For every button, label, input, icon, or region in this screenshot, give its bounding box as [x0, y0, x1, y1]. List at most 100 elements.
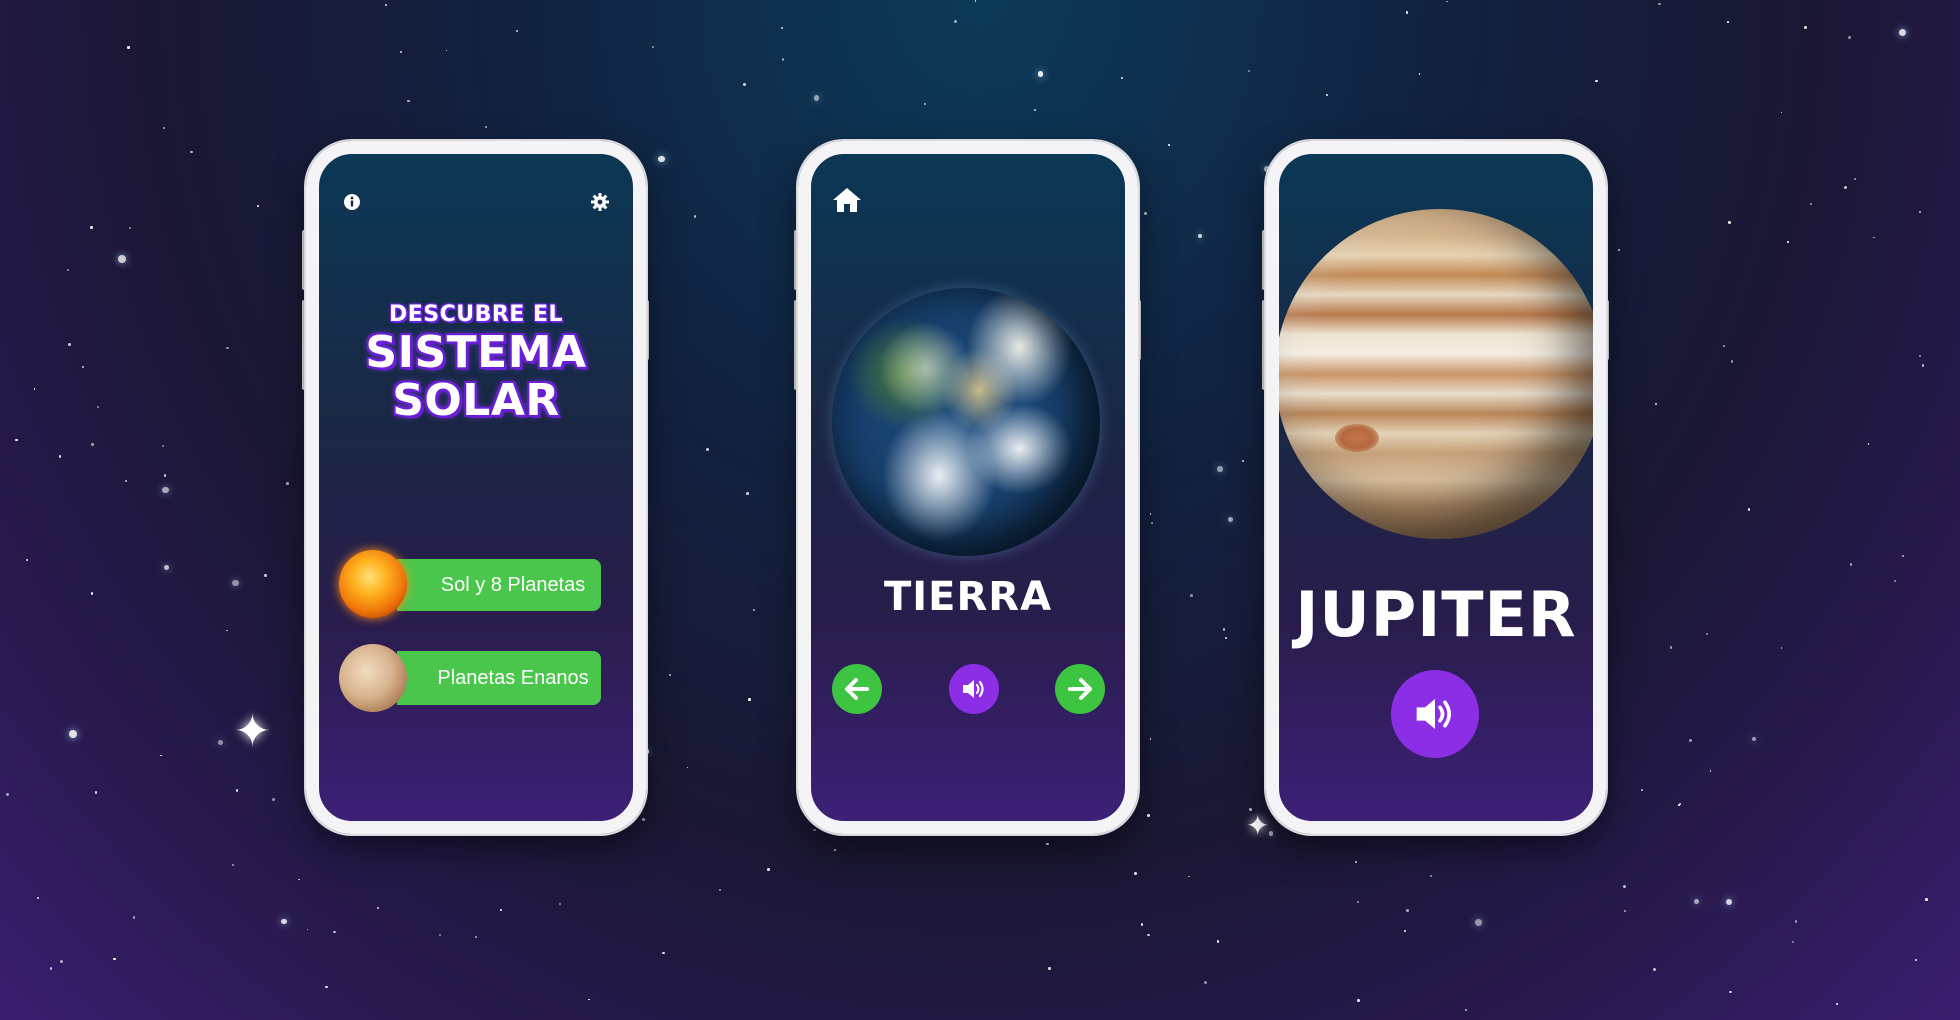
- star: [1787, 240, 1790, 243]
- title-subtitle: DESCUBRE EL: [388, 302, 564, 327]
- info-icon[interactable]: [342, 192, 362, 212]
- star: [1144, 212, 1147, 215]
- sun-and-planets-button[interactable]: Sol y 8 Planetas: [397, 559, 601, 611]
- star: [1780, 111, 1783, 114]
- star: [118, 255, 126, 263]
- star: [954, 20, 958, 23]
- star: [190, 151, 193, 154]
- star: [1248, 70, 1251, 73]
- gear-icon[interactable]: [590, 192, 610, 212]
- next-button[interactable]: [1055, 664, 1105, 714]
- star: [1844, 186, 1848, 190]
- star: [1722, 344, 1725, 347]
- star: [67, 342, 71, 346]
- star: [1617, 249, 1620, 251]
- star: [1149, 738, 1152, 740]
- star: [1804, 26, 1808, 30]
- sound-button[interactable]: [1391, 670, 1479, 758]
- star: [59, 959, 63, 963]
- star: [1354, 861, 1358, 864]
- star: [235, 789, 238, 792]
- star: [160, 754, 163, 757]
- star: [281, 919, 287, 925]
- star: [1693, 898, 1699, 904]
- star: [1725, 899, 1732, 906]
- star: [399, 51, 402, 54]
- star: [1217, 466, 1223, 472]
- star: [1149, 513, 1152, 515]
- star: [974, 0, 977, 2]
- star: [814, 95, 820, 101]
- star: [124, 480, 127, 483]
- star: [1429, 874, 1432, 877]
- sun-icon[interactable]: [339, 550, 407, 618]
- planet-name: TIERRA: [883, 574, 1053, 620]
- star: [745, 492, 749, 495]
- star: [407, 99, 411, 103]
- star: [668, 674, 671, 676]
- star: [97, 406, 100, 409]
- star: [1894, 580, 1897, 583]
- star: [743, 82, 746, 86]
- star: [1791, 940, 1794, 943]
- star: [474, 936, 477, 939]
- star: [1037, 71, 1044, 77]
- star: [1669, 646, 1673, 650]
- star: [127, 46, 130, 49]
- star: [81, 365, 84, 368]
- star: [113, 958, 116, 961]
- star: [484, 125, 487, 128]
- star: [1227, 517, 1233, 523]
- star: [162, 126, 165, 129]
- star: [1146, 814, 1150, 817]
- dwarf-planets-button[interactable]: Planetas Enanos: [397, 651, 601, 705]
- star: [1658, 2, 1661, 6]
- star: [1652, 968, 1656, 972]
- star: [232, 864, 235, 867]
- star: [1780, 647, 1783, 649]
- star: [1198, 233, 1203, 238]
- star: [1224, 636, 1228, 640]
- phone-home-screen: DESCUBRE EL SISTEMA SOLAR Sol y 8 Planet…: [306, 141, 646, 834]
- star: [1853, 177, 1856, 180]
- star: [162, 444, 165, 447]
- arrow-right-icon: [1068, 678, 1092, 700]
- home-icon[interactable]: [831, 186, 863, 214]
- star: [1730, 360, 1734, 363]
- star: [1189, 594, 1193, 597]
- title-line-1: SISTEMA: [365, 327, 587, 378]
- star: [1133, 871, 1137, 875]
- star: [1357, 900, 1360, 904]
- star: [1241, 460, 1244, 463]
- star: [94, 791, 98, 794]
- sound-button[interactable]: [949, 664, 999, 714]
- star: [516, 30, 518, 32]
- star: [1150, 521, 1153, 524]
- pluto-icon[interactable]: [339, 644, 407, 712]
- star: [1203, 981, 1207, 984]
- star: [1120, 77, 1123, 79]
- star: [306, 928, 309, 931]
- star: [1689, 738, 1693, 742]
- star: [332, 930, 336, 934]
- star: [1810, 202, 1813, 205]
- star: [923, 103, 926, 106]
- previous-button[interactable]: [832, 664, 882, 714]
- star: [1751, 736, 1756, 741]
- star: [49, 967, 53, 970]
- star: [263, 574, 267, 578]
- star: [226, 629, 228, 632]
- star: [1325, 94, 1328, 97]
- star: [1147, 933, 1150, 937]
- star: [834, 849, 836, 851]
- star: [588, 998, 590, 1001]
- star: [1405, 11, 1409, 15]
- star: [1921, 364, 1925, 368]
- star: [69, 730, 78, 739]
- star: [36, 897, 39, 900]
- star: [1902, 554, 1905, 557]
- star: [325, 985, 328, 989]
- star: [1033, 109, 1036, 111]
- star: [1188, 875, 1190, 878]
- app-title: DESCUBRE EL SISTEMA SOLAR: [319, 302, 633, 425]
